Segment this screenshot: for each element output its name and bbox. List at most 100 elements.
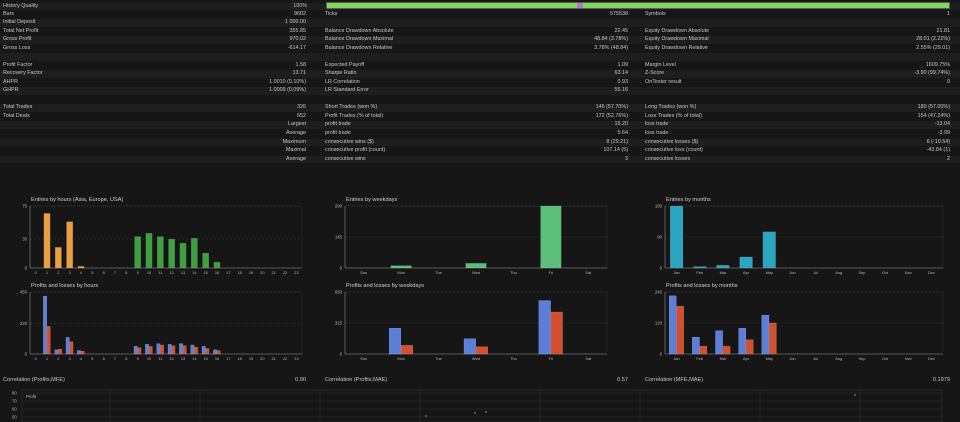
stats-label: Margin Level <box>645 61 676 68</box>
bar <box>157 236 164 269</box>
stats-label: Long Trades (won %) <box>645 104 697 111</box>
stats-label: Ticks <box>325 10 338 17</box>
scatter-y-tick: 70 <box>12 399 17 404</box>
correlation-value: 0.57 <box>617 377 628 383</box>
bar <box>550 311 563 355</box>
bar <box>145 344 149 355</box>
x-tick-label: Sun <box>360 270 367 275</box>
y-tick-label: 0 <box>340 266 343 271</box>
stats-value: 970.02 <box>289 36 307 43</box>
bar <box>693 266 707 269</box>
bar <box>463 338 476 355</box>
x-tick-label: 1 <box>46 270 48 275</box>
bar <box>160 344 164 355</box>
plot-frame <box>344 291 608 355</box>
x-tick-label: Nov <box>905 356 912 361</box>
plot-frame <box>344 205 608 269</box>
x-tick-label: Apr <box>743 356 750 361</box>
bar <box>216 350 221 355</box>
scatter-y-tick: 50 <box>12 415 17 420</box>
bar <box>167 344 172 355</box>
stats-row: GHPR 1.0009 (0.09%) LR Standard Error 55.16 <box>0 87 960 95</box>
stats-value: 326 <box>297 104 306 111</box>
chart-title: Profits and losses by weekdays <box>346 283 425 289</box>
bar <box>722 346 731 355</box>
bar <box>205 348 210 355</box>
bar <box>43 213 51 269</box>
stats-label: consecutive wins <box>325 155 366 162</box>
stats-value: 1.0010 (0.10%) <box>269 78 306 85</box>
stats-label: Balance Drawdown Relative <box>325 44 393 51</box>
x-tick-label: 16 <box>215 356 219 361</box>
bar <box>58 349 62 355</box>
bar <box>46 326 51 355</box>
chart-title: Profits and losses by months <box>666 283 738 289</box>
scatter-point <box>854 394 856 396</box>
x-tick-label: 6 <box>103 356 105 361</box>
y-tick-label: 0 <box>660 352 663 357</box>
y-tick-label: 35 <box>22 237 27 242</box>
y-tick-label: 180 <box>655 204 663 209</box>
bar <box>692 337 700 355</box>
stats-value: 355.85 <box>289 27 307 34</box>
bar <box>80 351 85 355</box>
y-tick-label: 0 <box>340 352 343 357</box>
x-tick-label: 2 <box>57 270 59 275</box>
stats-label: Total Net Profit <box>3 27 39 34</box>
y-tick-label: 650 <box>335 290 343 295</box>
bar <box>156 343 161 355</box>
y-tick-label: 0 <box>660 266 663 271</box>
bar <box>540 205 562 269</box>
x-tick-label: 2 <box>57 356 59 361</box>
x-tick-label: 6 <box>103 270 105 275</box>
stats-value: 9602 <box>294 10 306 17</box>
scatter-y-tick: 80 <box>12 391 17 396</box>
x-tick-label: 0 <box>35 356 38 361</box>
bar <box>739 256 753 269</box>
stats-row: Recovery Factor 13.71 Sharpe Ratio 63.14 Z-S… <box>0 70 960 78</box>
stats-label: Z-Score <box>645 70 665 77</box>
stats-row <box>0 53 960 61</box>
bar <box>201 346 206 355</box>
x-tick-label: 11 <box>158 356 162 361</box>
bar <box>716 265 730 269</box>
y-tick-label: 220 <box>20 321 28 326</box>
x-tick-label: Sat <box>585 270 592 275</box>
bar <box>676 306 684 355</box>
stats-value: -614.17 <box>287 44 306 51</box>
stats-label: Balance Drawdown Absolute <box>325 27 394 34</box>
stats-label: Gross Profit <box>3 36 32 43</box>
stats-row: Maximum consecutive wins ($) 8 (29.21) cons… <box>0 138 960 146</box>
x-tick-label: Nov <box>905 270 912 275</box>
x-tick-label: 8 <box>125 270 127 275</box>
bar <box>202 252 209 269</box>
x-tick-label: Sep <box>858 356 865 361</box>
stats-label: Symbols <box>645 10 666 17</box>
x-tick-label: Mar <box>720 270 727 275</box>
bar <box>194 346 198 355</box>
stats-value: 0.93 <box>617 78 629 85</box>
plot-frame <box>29 291 303 355</box>
x-tick-label: 14 <box>192 270 197 275</box>
x-tick-label: 10 <box>147 270 152 275</box>
x-tick-label: May <box>766 270 773 275</box>
stats-label: OnTester result <box>645 78 682 85</box>
y-tick-label: 75 <box>22 204 27 209</box>
scatter-series-label: Profit <box>26 394 37 399</box>
x-tick-label: Tue <box>435 270 442 275</box>
stats-label: Total Deals <box>3 112 30 119</box>
x-tick-label: 4 <box>80 356 83 361</box>
stats-label: Maximum <box>282 138 306 145</box>
scatter-point <box>474 412 476 414</box>
stats-row: Total Deals 652 Profit Trades (% of total)… <box>0 113 960 120</box>
stats-value: -43.84 (1) <box>926 147 950 154</box>
x-tick-label: Mon <box>397 356 405 361</box>
stats-value: -3.99 <box>937 129 950 136</box>
x-tick-label: Oct <box>882 270 889 275</box>
stats-label: Profit Factor <box>3 61 33 68</box>
stats-value: 3.78% (48.84) <box>594 44 628 51</box>
x-tick-label: 14 <box>192 356 197 361</box>
chart-title: Entries by weekdays <box>346 197 398 203</box>
scatter-y-tick: 60 <box>12 407 17 412</box>
stats-value: 180 (57.00%) <box>917 104 950 111</box>
